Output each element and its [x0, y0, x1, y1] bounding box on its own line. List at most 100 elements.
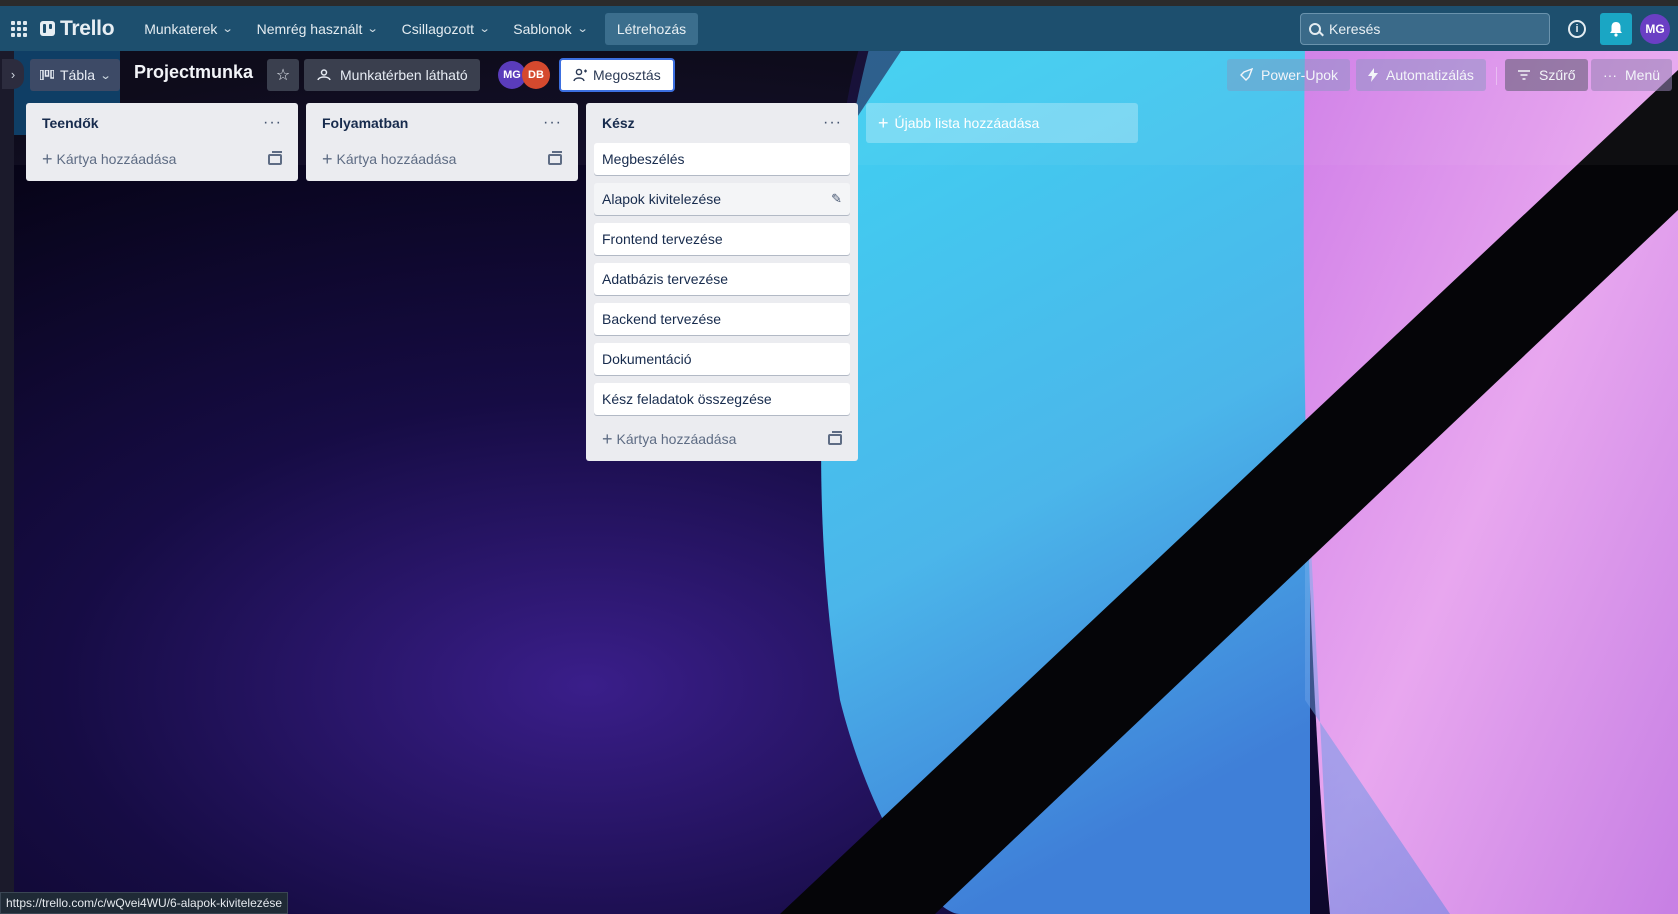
card[interactable]: Kész feladatok összegzése [594, 383, 850, 415]
filter-label: Szűrő [1539, 67, 1576, 83]
more-icon[interactable]: ··· [823, 114, 842, 132]
automation-label: Automatizálás [1386, 67, 1474, 83]
card-title: Frontend tervezése [602, 231, 723, 247]
logo-text: Trello [60, 16, 115, 40]
notifications-button[interactable] [1600, 12, 1632, 45]
browser-top-strip [0, 0, 1678, 6]
card[interactable]: Frontend tervezése [594, 223, 850, 255]
list-header[interactable]: Teendők ··· [34, 103, 290, 143]
list-header[interactable]: Folyamatban ··· [314, 103, 570, 143]
rocket-icon [1240, 68, 1253, 81]
card-title: Backend tervezése [602, 311, 722, 327]
create-button[interactable]: Létrehozás [604, 12, 699, 45]
add-card-label: Kártya hozzáadása [616, 431, 737, 447]
card-title: Kész feladatok összegzése [602, 391, 772, 407]
list-header[interactable]: Kész ··· [594, 103, 850, 143]
powerups-label: Power-Upok [1261, 67, 1339, 83]
user-avatar[interactable]: MG [1640, 13, 1670, 44]
chevron-down-icon: ⌄ [99, 69, 112, 82]
board-header: › Tábla ⌄ Projectmunka ☆ Munkatérben lát… [0, 55, 1678, 95]
workspace-visibility-icon [317, 69, 331, 81]
automation-button[interactable]: Automatizálás [1356, 59, 1486, 91]
board-view-icon [40, 70, 54, 80]
lightning-icon [1368, 68, 1378, 82]
star-button[interactable]: ☆ [267, 59, 299, 91]
plus-icon: + [42, 148, 53, 169]
apps-grid-icon[interactable] [8, 18, 30, 40]
sidebar-toggle-icon[interactable]: › [2, 59, 24, 89]
card-title: Megbeszélés [602, 151, 685, 167]
search-box[interactable] [1300, 12, 1550, 45]
visibility-label: Munkatérben látható [340, 67, 468, 83]
nav-starred[interactable]: Csillagozott ⌄ [392, 13, 500, 45]
more-icon: ··· [1603, 67, 1617, 83]
plus-icon: + [322, 148, 333, 169]
share-label: Megosztás [593, 67, 661, 83]
pencil-icon[interactable]: ✎ [831, 191, 842, 207]
add-card-label: Kártya hozzáadása [336, 151, 457, 167]
board-title[interactable]: Projectmunka [134, 62, 253, 83]
status-bar-url: https://trello.com/c/wQvei4WU/6-alapok-k… [0, 892, 289, 914]
board-view-switcher[interactable]: Tábla ⌄ [30, 59, 121, 91]
visibility-button[interactable]: Munkatérben látható [304, 59, 480, 91]
add-list-label: Újabb lista hozzáadása [894, 115, 1040, 131]
add-card-label: Kártya hozzáadása [56, 151, 177, 167]
list-title: Kész [602, 115, 635, 131]
card[interactable]: Dokumentáció [594, 343, 850, 375]
nav-right-group: i MG [1300, 12, 1670, 45]
card-title: Adatbázis tervezése [602, 271, 729, 287]
list-done: Kész ··· Megbeszélés Alapok kivitelezése… [586, 103, 858, 461]
list-todo: Teendők ··· + Kártya hozzáadása [26, 103, 298, 181]
chevron-down-icon: ⌄ [221, 23, 234, 35]
chevron-down-icon: ⌄ [478, 23, 491, 35]
card[interactable]: Alapok kivitelezése ✎ [594, 183, 850, 215]
plus-icon: + [878, 112, 889, 133]
list-title: Folyamatban [322, 115, 409, 131]
info-icon[interactable]: i [1568, 19, 1586, 38]
nav-starred-label: Csillagozott [401, 20, 475, 37]
menu-label: Menü [1625, 67, 1661, 83]
chevron-down-icon: ⌄ [367, 23, 380, 35]
card[interactable]: Backend tervezése [594, 303, 850, 335]
card-title: Alapok kivitelezése [602, 191, 722, 207]
board-view-label: Tábla [60, 67, 96, 83]
star-icon: ☆ [275, 67, 291, 84]
powerups-button[interactable]: Power-Upok [1227, 59, 1351, 91]
nav-templates[interactable]: Sablonok ⌄ [503, 13, 597, 45]
list-title: Teendők [42, 115, 99, 131]
nav-workspaces-label: Munkaterek [144, 20, 218, 37]
add-card-button[interactable]: + Kártya hozzáadása [34, 143, 290, 175]
nav-templates-label: Sablonok [513, 20, 572, 37]
menu-button[interactable]: ··· Menü [1591, 59, 1673, 91]
more-icon[interactable]: ··· [263, 114, 282, 132]
trello-logo[interactable]: Trello [40, 16, 115, 41]
search-input[interactable] [1329, 20, 1529, 37]
nav-workspaces[interactable]: Munkaterek ⌄ [134, 13, 242, 45]
plus-icon: + [602, 428, 613, 449]
template-icon[interactable] [828, 430, 842, 445]
add-card-button[interactable]: + Kártya hozzáadása [314, 143, 570, 175]
board-members: MG DB [498, 61, 550, 89]
template-icon[interactable] [548, 150, 562, 165]
nav-recent[interactable]: Nemrég használt ⌄ [247, 13, 388, 45]
filter-button[interactable]: Szűrő [1505, 59, 1588, 91]
card[interactable]: Adatbázis tervezése [594, 263, 850, 295]
more-icon[interactable]: ··· [543, 114, 562, 132]
card-title: Dokumentáció [602, 351, 692, 367]
filter-icon [1518, 70, 1530, 80]
add-card-button[interactable]: + Kártya hozzáadása [594, 423, 850, 455]
card[interactable]: Megbeszélés [594, 143, 850, 175]
list-in-progress: Folyamatban ··· + Kártya hozzáadása [306, 103, 578, 181]
chevron-down-icon: ⌄ [576, 23, 589, 35]
share-button[interactable]: Megosztás [559, 58, 675, 92]
header-divider [1496, 67, 1497, 85]
trello-logo-icon [40, 21, 55, 36]
add-list-button[interactable]: + Újabb lista hozzáadása [866, 103, 1138, 143]
member-avatar[interactable]: DB [522, 61, 550, 89]
top-nav: Trello Munkaterek ⌄ Nemrég használt ⌄ Cs… [0, 6, 1678, 51]
share-user-icon [573, 68, 587, 82]
bell-icon [1610, 21, 1622, 37]
nav-recent-label: Nemrég használt [256, 20, 363, 37]
template-icon[interactable] [268, 150, 282, 165]
sidebar-rail [0, 51, 14, 914]
